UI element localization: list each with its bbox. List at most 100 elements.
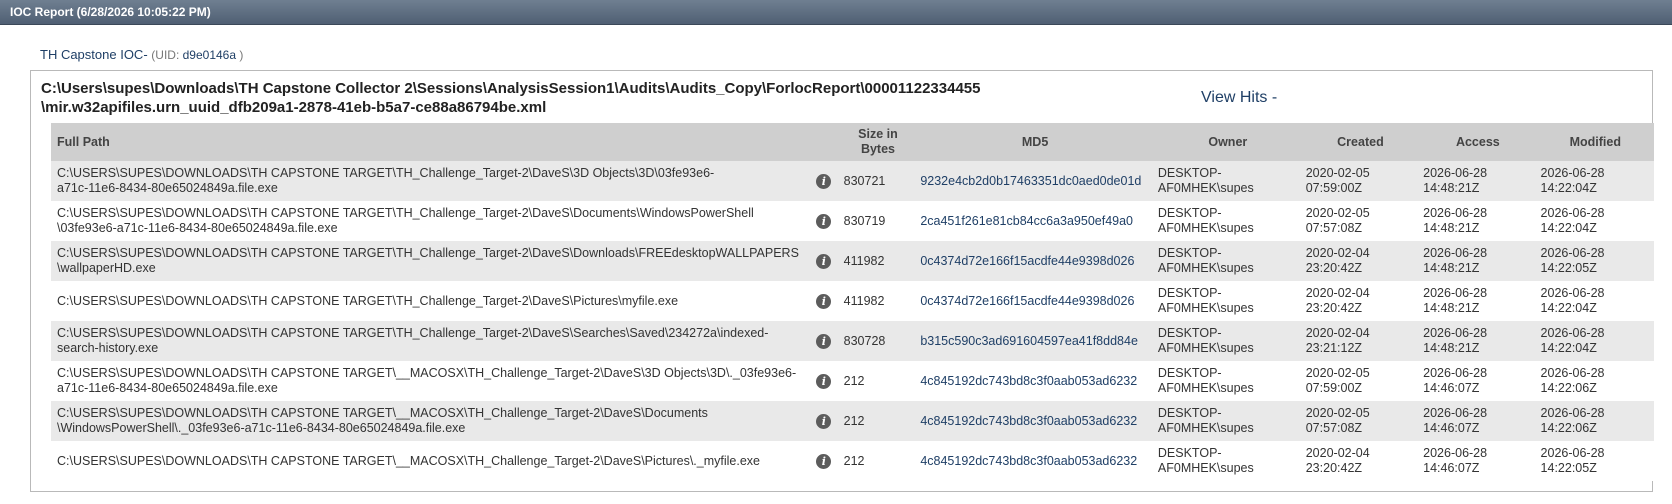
cell-md5: 4c845192dc743bd8c3f0aab053ad6232: [920, 413, 1138, 428]
table-row[interactable]: C:\USERS\SUPES\DOWNLOADS\TH CAPSTONE TAR…: [51, 401, 1654, 441]
modified-time: 14:22:04Z: [1540, 301, 1597, 315]
path-line1: C:\USERS\SUPES\DOWNLOADS\TH CAPSTONE TAR…: [57, 326, 769, 340]
cell-size: 212: [843, 373, 865, 388]
modified-date: 2026-06-28: [1540, 406, 1605, 420]
access-time: 14:48:21Z: [1423, 261, 1480, 275]
cell-full-path: C:\USERS\SUPES\DOWNLOADS\TH CAPSTONE TAR…: [51, 201, 808, 241]
table-row[interactable]: C:\USERS\SUPES\DOWNLOADS\TH CAPSTONE TAR…: [51, 441, 1654, 481]
info-icon[interactable]: i: [816, 253, 832, 269]
cell-md5: 4c845192dc743bd8c3f0aab053ad6232: [920, 373, 1138, 388]
uid-close: ): [239, 48, 244, 62]
info-icon[interactable]: i: [816, 413, 832, 429]
cell-modified: 2026-06-28 14:22:05Z: [1537, 441, 1654, 481]
created-time: 23:20:42Z: [1305, 301, 1363, 315]
modified-time: 14:22:06Z: [1540, 421, 1597, 435]
cell-owner: DESKTOP- AF0MHEK\supes: [1154, 161, 1302, 201]
table-row[interactable]: C:\USERS\SUPES\DOWNLOADS\TH CAPSTONE TAR…: [51, 161, 1654, 201]
cell-size: 830719: [843, 213, 886, 228]
header-full-path[interactable]: Full Path: [51, 123, 809, 161]
info-icon[interactable]: i: [816, 333, 832, 349]
modified-date: 2026-06-28: [1540, 246, 1605, 260]
table-row[interactable]: C:\USERS\SUPES\DOWNLOADS\TH CAPSTONE TAR…: [51, 361, 1654, 401]
cell-full-path: C:\USERS\SUPES\DOWNLOADS\TH CAPSTONE TAR…: [51, 361, 808, 401]
access-date: 2026-06-28: [1423, 166, 1488, 180]
cell-info: i: [808, 401, 840, 441]
header-modified[interactable]: Modified: [1536, 123, 1654, 161]
cell-full-path: C:\USERS\SUPES\DOWNLOADS\TH CAPSTONE TAR…: [51, 401, 808, 441]
created-time: 07:57:08Z: [1305, 421, 1363, 435]
table-row[interactable]: C:\USERS\SUPES\DOWNLOADS\TH CAPSTONE TAR…: [51, 281, 1654, 321]
info-icon[interactable]: i: [816, 373, 832, 389]
info-icon[interactable]: i: [816, 173, 832, 189]
created-date: 2020-02-04: [1305, 246, 1370, 260]
cell-modified: 2026-06-28 14:22:04Z: [1537, 201, 1654, 241]
created-date: 2020-02-04: [1305, 326, 1370, 340]
path-line2: \WindowsPowerShell\._03fe93e6-a71c-11e6-…: [57, 421, 466, 435]
created-date: 2020-02-05: [1305, 406, 1370, 420]
cell-md5: 9232e4cb2d0b17463351dc0aed0de01d: [920, 173, 1142, 188]
access-time: 14:46:07Z: [1423, 421, 1480, 435]
cell-owner: DESKTOP- AF0MHEK\supes: [1154, 281, 1302, 321]
table-row[interactable]: C:\USERS\SUPES\DOWNLOADS\TH CAPSTONE TAR…: [51, 321, 1654, 361]
cell-created: 2020-02-04 23:20:42Z: [1302, 281, 1419, 321]
path-line2: \wallpaperHD.exe: [57, 261, 156, 275]
header-size-line2: Bytes: [860, 142, 895, 156]
cell-modified: 2026-06-28 14:22:05Z: [1537, 241, 1654, 281]
cell-md5: 0c4374d72e166f15acdfe44e9398d026: [920, 293, 1135, 308]
cell-owner: DESKTOP- AF0MHEK\supes: [1154, 361, 1302, 401]
table-row[interactable]: C:\USERS\SUPES\DOWNLOADS\TH CAPSTONE TAR…: [51, 241, 1654, 281]
info-icon[interactable]: i: [816, 453, 832, 469]
cell-modified: 2026-06-28 14:22:04Z: [1537, 321, 1654, 361]
created-time: 07:59:00Z: [1305, 381, 1363, 395]
header-md5[interactable]: MD5: [916, 123, 1154, 161]
cell-full-path: C:\USERS\SUPES\DOWNLOADS\TH CAPSTONE TAR…: [51, 161, 808, 201]
access-time: 14:48:21Z: [1423, 221, 1480, 235]
path-line2: \03fe93e6-a71c-11e6-8434-80e65024849a.fi…: [57, 221, 338, 235]
created-date: 2020-02-05: [1305, 366, 1370, 380]
path-line1: C:\USERS\SUPES\DOWNLOADS\TH CAPSTONE TAR…: [57, 406, 708, 420]
owner-line1: DESKTOP-: [1157, 206, 1222, 220]
access-date: 2026-06-28: [1423, 406, 1488, 420]
modified-date: 2026-06-28: [1540, 446, 1605, 460]
view-hits-link[interactable]: View Hits -: [1201, 89, 1277, 107]
header-owner[interactable]: Owner: [1153, 123, 1302, 161]
cell-access: 2026-06-28 14:48:21Z: [1419, 241, 1536, 281]
cell-md5: 4c845192dc743bd8c3f0aab053ad6232: [920, 453, 1138, 468]
access-date: 2026-06-28: [1423, 326, 1488, 340]
table-row[interactable]: C:\USERS\SUPES\DOWNLOADS\TH CAPSTONE TAR…: [51, 201, 1654, 241]
header-info: [808, 123, 840, 161]
cell-info: i: [808, 321, 840, 361]
modified-time: 14:22:06Z: [1540, 381, 1597, 395]
cell-size: 830721: [843, 173, 886, 188]
header-size[interactable]: Size in Bytes: [839, 123, 917, 161]
header-created[interactable]: Created: [1301, 123, 1420, 161]
info-icon[interactable]: i: [816, 293, 832, 309]
ioc-uid: (UID: d9e0146a ): [151, 48, 243, 62]
created-time: 07:57:08Z: [1305, 221, 1363, 235]
cell-created: 2020-02-05 07:59:00Z: [1302, 361, 1419, 401]
audit-file-path-line1: C:\Users\supes\Downloads\TH Capstone Col…: [41, 80, 981, 97]
header-access[interactable]: Access: [1419, 123, 1537, 161]
created-time: 23:21:12Z: [1305, 341, 1363, 355]
uid-value: d9e0146a: [182, 48, 237, 62]
owner-line2: AF0MHEK\supes: [1157, 181, 1254, 195]
owner-line2: AF0MHEK\supes: [1157, 421, 1254, 435]
cell-full-path: C:\USERS\SUPES\DOWNLOADS\TH CAPSTONE TAR…: [51, 281, 808, 321]
cell-created: 2020-02-05 07:57:08Z: [1302, 401, 1419, 441]
info-icon[interactable]: i: [816, 213, 832, 229]
cell-size: 212: [843, 413, 865, 428]
access-time: 14:48:21Z: [1423, 301, 1480, 315]
owner-line1: DESKTOP-: [1157, 166, 1222, 180]
access-time: 14:46:07Z: [1423, 461, 1480, 475]
path-line1: C:\USERS\SUPES\DOWNLOADS\TH CAPSTONE TAR…: [57, 166, 715, 180]
cell-modified: 2026-06-28 14:22:04Z: [1537, 281, 1654, 321]
cell-access: 2026-06-28 14:48:21Z: [1419, 201, 1536, 241]
cell-access: 2026-06-28 14:48:21Z: [1419, 161, 1536, 201]
cell-md5: b315c590c3ad691604597ea41f8dd84e: [920, 333, 1138, 348]
owner-line1: DESKTOP-: [1157, 446, 1222, 460]
cell-md5: 0c4374d72e166f15acdfe44e9398d026: [920, 253, 1135, 268]
modified-time: 14:22:04Z: [1540, 341, 1597, 355]
cell-info: i: [808, 241, 840, 281]
ioc-name[interactable]: TH Capstone IOC-: [40, 47, 148, 62]
cell-owner: DESKTOP- AF0MHEK\supes: [1154, 321, 1302, 361]
